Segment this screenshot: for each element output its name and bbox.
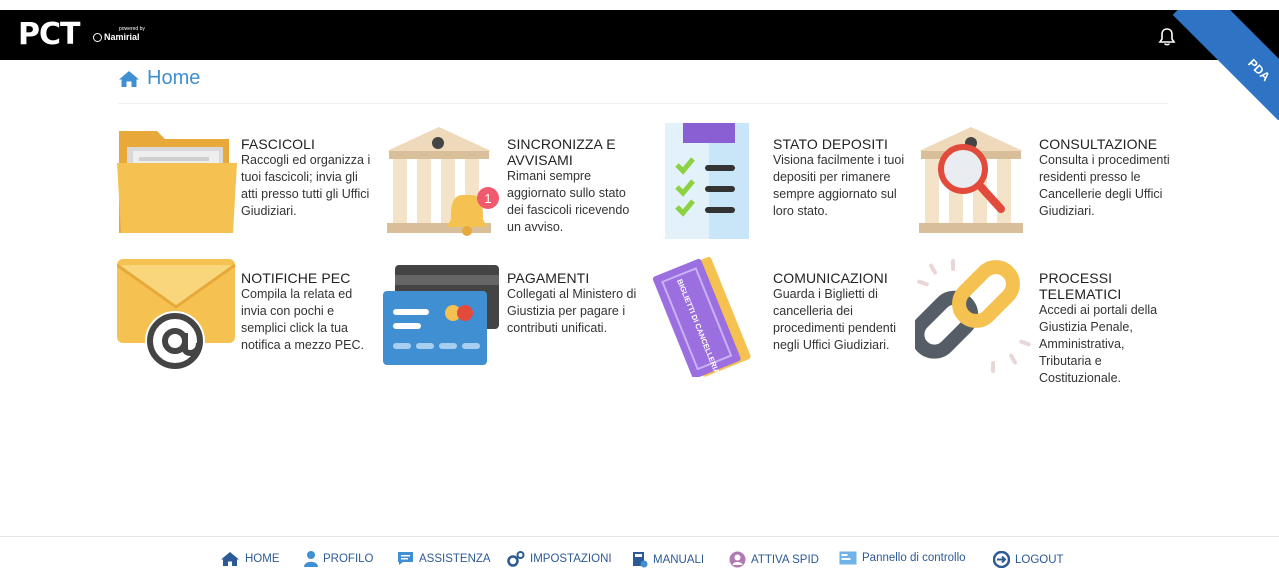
- tile-title: COMUNICAZIONI: [773, 270, 888, 286]
- checklist-icon: [665, 123, 749, 239]
- tile-processi-telematici[interactable]: PROCESSI TELEMATICI Accedi ai portali de…: [915, 257, 1175, 387]
- bell-icon[interactable]: [1158, 27, 1176, 47]
- chat-icon: [398, 552, 413, 565]
- folder-icon: [117, 131, 237, 233]
- tile-comunicazioni[interactable]: BIGLIETTI DI CANCELLERIA COMUNICAZIONI G…: [649, 257, 909, 387]
- spid-icon: [729, 551, 746, 568]
- page-title: Home: [147, 67, 201, 89]
- footer-home-label: HOME: [245, 553, 280, 565]
- tile-description: Compila la relata ed invia con pochi e s…: [241, 287, 364, 352]
- footer-attiva-spid-link[interactable]: ATTIVA SPID: [729, 551, 819, 568]
- footer-manuali-link[interactable]: MANUALI: [632, 551, 704, 568]
- tile-title: PROCESSI TELEMATICI: [1039, 270, 1122, 302]
- breadcrumb-divider: [118, 103, 1168, 104]
- tile-consultazione[interactable]: CONSULTAZIONE Consulta i procedimenti re…: [915, 123, 1175, 253]
- footer-home-link[interactable]: HOME: [220, 551, 280, 567]
- manual-icon: [633, 552, 648, 568]
- tile-description: Consulta i procedimenti residenti presso…: [1039, 153, 1170, 218]
- tile-sincronizza[interactable]: 1 SINCRONIZZA E AVVISAMI Rimani sempre a…: [383, 123, 643, 253]
- courthouse-bell-icon: 1: [387, 127, 499, 236]
- tile-stato-depositi[interactable]: STATO DEPOSITI Visiona facilmente i tuoi…: [649, 123, 909, 253]
- footer-profilo-label: PROFILO: [323, 553, 374, 565]
- tile-description: Raccogli ed organizza i tuoi fascicoli; …: [241, 153, 371, 218]
- courthouse-magnifier-icon: [919, 127, 1023, 233]
- footer-logout-label: LOGOUT: [1015, 553, 1064, 566]
- tickets-icon: BIGLIETTI DI CANCELLERIA: [652, 257, 751, 377]
- tile-description: Rimani sempre aggiornato sullo stato dei…: [507, 169, 630, 234]
- footer-impostazioni-link[interactable]: IMPOSTAZIONI: [507, 551, 612, 567]
- chain-link-icon: [915, 259, 1031, 373]
- tile-description: Collegati al Ministero di Giustizia per …: [507, 287, 637, 335]
- footer-assistenza-label: ASSISTENZA: [419, 552, 491, 565]
- pct-logo[interactable]: PCT: [18, 17, 80, 53]
- tile-description: Visiona facilmente i tuoi depositi per r…: [773, 153, 905, 218]
- namirial-logo: powered by Namirial: [93, 26, 145, 43]
- notification-badge: 1: [484, 191, 491, 206]
- footer-impostazioni-label: IMPOSTAZIONI: [530, 553, 612, 565]
- envelope-at-icon: [117, 259, 236, 371]
- tile-title: STATO DEPOSITI: [773, 136, 888, 152]
- home-icon: [119, 70, 139, 87]
- user-icon: [304, 551, 318, 567]
- tile-notifiche-pec[interactable]: NOTIFICHE PEC Compila la relata ed invia…: [117, 257, 377, 387]
- pda-label: PDA: [1245, 56, 1273, 84]
- gears-icon: [507, 551, 525, 567]
- tile-title: FASCICOLI: [241, 136, 316, 152]
- footer-assistenza-link[interactable]: ASSISTENZA: [397, 551, 491, 566]
- brand-label: Namirial: [104, 32, 140, 42]
- tile-fascicoli[interactable]: FASCICOLI Raccogli ed organizza i tuoi f…: [117, 123, 377, 253]
- tile-title: NOTIFICHE PEC: [241, 270, 351, 286]
- breadcrumb[interactable]: Home: [118, 67, 200, 90]
- footer-pannello-label: Pannello di controllo: [862, 552, 966, 564]
- home-icon: [221, 552, 239, 566]
- tile-description: Accedi ai portali della Giustizia Penale…: [1039, 303, 1158, 385]
- footer-manuali-label: MANUALI: [653, 553, 705, 566]
- tile-pagamenti[interactable]: PAGAMENTI Collegati al Ministero di Gius…: [383, 257, 643, 387]
- footer-nav: HOME PROFILO ASSISTENZA IMPOSTAZIONI MAN…: [0, 536, 1279, 579]
- tile-title: PAGAMENTI: [507, 270, 590, 286]
- footer-profilo-link[interactable]: PROFILO: [304, 551, 373, 567]
- credit-card-icon: [383, 265, 499, 365]
- control-panel-icon: [839, 551, 857, 565]
- footer-logout-link[interactable]: LOGOUT: [993, 551, 1064, 568]
- footer-attiva-spid-label: ATTIVA SPID: [751, 553, 819, 566]
- tile-title: SINCRONIZZA E AVVISAMI: [507, 136, 616, 168]
- footer-pannello-link[interactable]: Pannello di controllo: [839, 551, 966, 565]
- tile-description: Guarda i Biglietti di cancelleria dei pr…: [773, 287, 896, 352]
- tile-title: CONSULTAZIONE: [1039, 136, 1158, 152]
- top-bar: PCT powered by Namirial: [0, 10, 1279, 60]
- logout-icon: [993, 551, 1010, 568]
- namirial-mark-icon: [93, 33, 102, 42]
